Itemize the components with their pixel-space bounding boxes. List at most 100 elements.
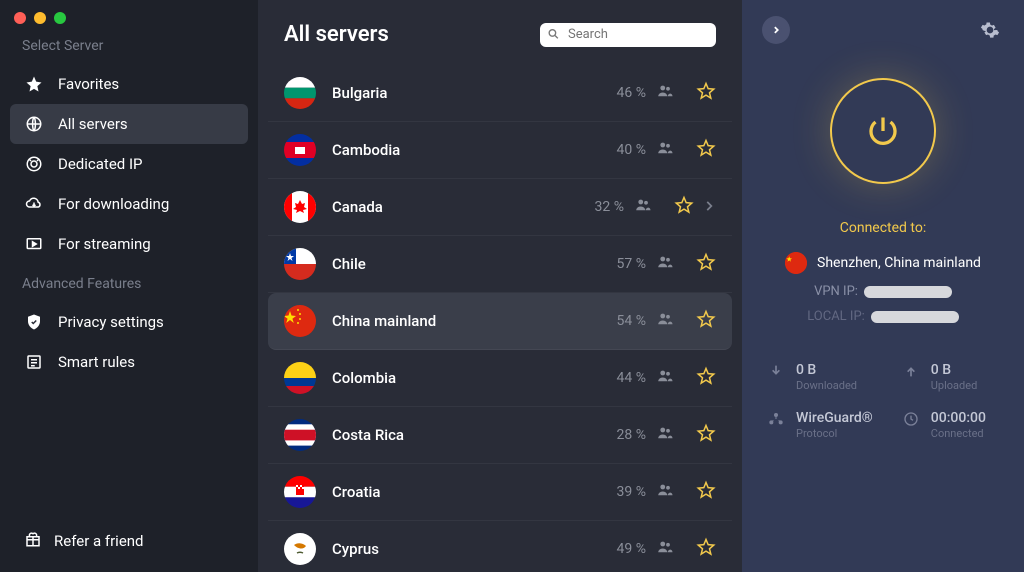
server-load: 46 %: [617, 85, 646, 101]
favorite-star-button[interactable]: [696, 252, 716, 276]
power-button[interactable]: [830, 78, 936, 184]
server-row[interactable]: Bulgaria 46 %: [268, 65, 732, 122]
favorite-star-button[interactable]: [696, 81, 716, 105]
vpn-ip-row: VPN IP:: [814, 284, 952, 299]
stats-grid: 0 B Downloaded 0 B Uploaded WireGuard® P…: [742, 362, 1024, 440]
server-load: 44 %: [617, 370, 646, 386]
local-ip-row: LOCAL IP:: [807, 309, 959, 324]
shield-icon: [24, 312, 44, 332]
vpn-ip-value: [864, 286, 952, 298]
star-icon: [24, 74, 44, 94]
collapse-panel-button[interactable]: [762, 16, 790, 44]
sidebar-item-dedicated-ip[interactable]: Dedicated IP: [0, 144, 258, 184]
server-row[interactable]: Cambodia 40 %: [268, 122, 732, 179]
local-ip-label: LOCAL IP:: [807, 309, 865, 324]
stat-downloaded: 0 B Downloaded: [768, 362, 873, 392]
connection-panel: Connected to: Shenzhen, China mainland V…: [742, 0, 1024, 572]
maximize-window-button[interactable]: [54, 12, 66, 24]
sidebar: Select Server Favorites All servers Dedi…: [0, 0, 258, 572]
sidebar-item-smart-rules[interactable]: Smart rules: [0, 342, 258, 382]
server-row[interactable]: Costa Rica 28 %: [268, 407, 732, 464]
server-list[interactable]: Bulgaria 46 % Cambodia 40 % Canada 32 % …: [258, 65, 742, 572]
search-input[interactable]: [540, 23, 716, 47]
flag-icon: [284, 77, 316, 109]
flag-icon: [284, 476, 316, 508]
people-icon: [656, 310, 674, 332]
server-name: Croatia: [332, 483, 617, 501]
people-icon: [656, 538, 674, 560]
server-load: 39 %: [617, 484, 646, 500]
favorite-star-button[interactable]: [674, 195, 694, 219]
server-name: Costa Rica: [332, 426, 617, 444]
connection-location-text: Shenzhen, China mainland: [817, 255, 981, 271]
favorite-star-button[interactable]: [696, 138, 716, 162]
sidebar-section-label: Select Server: [0, 34, 258, 64]
local-ip-value: [871, 311, 959, 323]
sidebar-item-label: For streaming: [58, 235, 151, 253]
favorite-star-button[interactable]: [696, 423, 716, 447]
main-column: All servers Bulgaria 46 % Cambodia 40 % …: [258, 0, 742, 572]
upload-value: 0 B: [931, 362, 977, 378]
page-title: All servers: [284, 22, 389, 47]
search-icon: [547, 25, 560, 44]
connection-location: Shenzhen, China mainland: [785, 252, 981, 274]
flag-icon: [284, 305, 316, 337]
server-row[interactable]: Colombia 44 %: [268, 350, 732, 407]
server-name: Chile: [332, 255, 617, 273]
sidebar-item-downloading[interactable]: For downloading: [0, 184, 258, 224]
stat-protocol: WireGuard® Protocol: [768, 410, 873, 440]
flag-icon: [284, 191, 316, 223]
server-row[interactable]: China mainland 54 %: [268, 293, 732, 350]
chevron-right-icon[interactable]: [702, 198, 716, 217]
sidebar-item-privacy[interactable]: Privacy settings: [0, 302, 258, 342]
flag-icon: [284, 419, 316, 451]
flag-icon: [284, 248, 316, 280]
sidebar-item-streaming[interactable]: For streaming: [0, 224, 258, 264]
gift-icon: [24, 530, 42, 552]
server-name: Cambodia: [332, 141, 617, 159]
sidebar-advanced-label: Advanced Features: [0, 272, 258, 302]
server-row[interactable]: Chile 57 %: [268, 236, 732, 293]
search-box: [540, 23, 716, 47]
server-name: Colombia: [332, 369, 617, 387]
people-icon: [656, 367, 674, 389]
sidebar-item-label: Dedicated IP: [58, 155, 143, 173]
server-row[interactable]: Canada 32 %: [268, 179, 732, 236]
flag-icon: [284, 134, 316, 166]
server-load: 40 %: [617, 142, 646, 158]
server-load: 54 %: [617, 313, 646, 329]
protocol-icon: [768, 410, 786, 431]
protocol-sublabel: Protocol: [796, 427, 873, 440]
favorite-star-button[interactable]: [696, 366, 716, 390]
minimize-window-button[interactable]: [34, 12, 46, 24]
main-header: All servers: [258, 0, 742, 65]
stat-time: 00:00:00 Connected: [903, 410, 998, 440]
globe-icon: [24, 114, 44, 134]
close-window-button[interactable]: [14, 12, 26, 24]
refer-a-friend-button[interactable]: Refer a friend: [0, 514, 258, 572]
dedicated-ip-icon: [24, 154, 44, 174]
sidebar-item-favorites[interactable]: Favorites: [0, 64, 258, 104]
favorite-star-button[interactable]: [696, 537, 716, 561]
sidebar-item-label: For downloading: [58, 195, 169, 213]
people-icon: [656, 82, 674, 104]
server-load: 28 %: [617, 427, 646, 443]
stat-uploaded: 0 B Uploaded: [903, 362, 998, 392]
sidebar-item-all-servers[interactable]: All servers: [10, 104, 248, 144]
favorite-star-button[interactable]: [696, 480, 716, 504]
play-screen-icon: [24, 234, 44, 254]
sidebar-item-label: All servers: [58, 115, 128, 133]
settings-button[interactable]: [976, 16, 1004, 44]
server-row[interactable]: Cyprus 49 %: [268, 521, 732, 572]
download-arrow-icon: [768, 362, 786, 383]
favorite-star-button[interactable]: [696, 309, 716, 333]
flag-icon: [785, 252, 807, 274]
server-row[interactable]: Croatia 39 %: [268, 464, 732, 521]
window-controls: [0, 0, 258, 34]
server-name: Bulgaria: [332, 84, 617, 102]
refer-label: Refer a friend: [54, 532, 144, 550]
server-load: 57 %: [617, 256, 646, 272]
server-load: 32 %: [595, 199, 624, 215]
people-icon: [656, 253, 674, 275]
sidebar-item-label: Smart rules: [58, 353, 135, 371]
